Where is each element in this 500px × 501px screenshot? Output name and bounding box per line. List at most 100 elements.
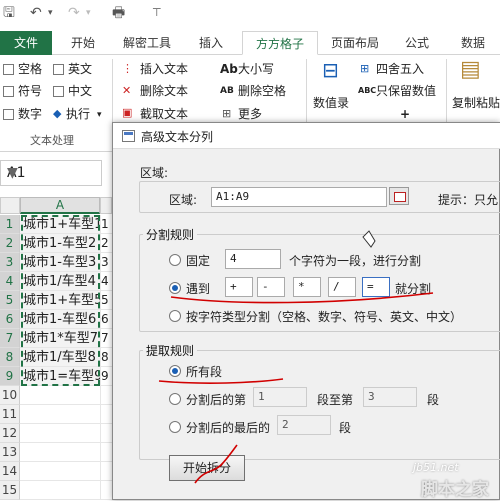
undo-dropdown-icon[interactable]: ▾ [48,3,53,23]
row-header[interactable]: 11 [0,405,20,424]
delimiter-input-5[interactable]: = [362,277,390,297]
region-input[interactable]: A1:A9 [211,187,387,207]
segment-from-input[interactable]: 1 [253,387,307,407]
row-header[interactable]: 6 [0,310,20,329]
last-count-input[interactable]: 2 [277,415,331,435]
customize-icon[interactable]: ⊤ [152,3,162,23]
row-header[interactable]: 3 [0,253,20,272]
keep-value-button[interactable]: 只保留数值 [376,83,436,99]
value-record-button[interactable]: 数值录 [313,95,349,111]
cell-b[interactable]: 4 [100,272,112,291]
cell-a[interactable]: 城市1/车型4 [20,272,100,291]
cell-b[interactable] [100,405,112,424]
checkbox-symbol[interactable] [3,86,14,97]
tab-decrypt-tools[interactable]: 解密工具 [112,31,182,55]
checkbox-space[interactable] [3,64,14,75]
tab-insert[interactable]: 插入 [188,31,234,55]
print-icon[interactable]: 🖶 [112,3,125,23]
column-header-b[interactable] [100,197,112,214]
row-header[interactable]: 5 [0,291,20,310]
undo-icon[interactable]: ↶ [30,3,42,23]
cell-a[interactable] [20,481,100,500]
cell-b[interactable]: 7 [100,329,112,348]
cell-b[interactable]: 2 [100,234,112,253]
select-all-corner[interactable] [0,197,20,214]
radio-fixed[interactable] [169,254,181,266]
round-button[interactable]: 四舍五入 [376,61,424,77]
cell-b[interactable]: 6 [100,310,112,329]
execute-button[interactable]: 执行 [66,106,90,122]
start-split-button[interactable]: 开始拆分 [169,455,245,481]
row-header[interactable]: 9 [0,367,20,386]
cell-b[interactable] [100,462,112,481]
cell-a[interactable] [20,462,100,481]
delimiter-input-3[interactable]: * [293,277,321,297]
cell-a[interactable] [20,386,100,405]
checkbox-chinese[interactable] [53,86,64,97]
tab-file[interactable]: 文件 [0,31,52,55]
radio-all-segments[interactable] [169,365,181,377]
cell-a[interactable]: 城市1-车型2 [20,234,100,253]
row-header[interactable]: 8 [0,348,20,367]
row-header[interactable]: 13 [0,443,20,462]
tab-page-layout[interactable]: 页面布局 [320,31,390,55]
tab-fangfang-grid[interactable]: 方方格子 [242,31,318,55]
radio-after-n[interactable] [169,393,181,405]
cell-a[interactable]: 城市1+车型5 [20,291,100,310]
more-button[interactable]: 更多 [238,106,262,122]
name-box[interactable]: A1 ▼ [0,160,102,186]
insert-text-button[interactable]: 插入文本 [140,61,188,77]
cell-b[interactable] [100,481,112,500]
checkbox-english[interactable] [53,64,64,75]
copy-paste-button[interactable]: 复制粘贴 [452,95,500,111]
execute-dropdown-icon[interactable]: ▾ [97,108,102,122]
redo-dropdown-icon[interactable]: ▾ [86,3,91,23]
cell-b[interactable] [100,386,112,405]
save-icon[interactable]: 🖫 [3,3,15,23]
plus-button[interactable]: + [400,106,410,122]
row-header[interactable]: 7 [0,329,20,348]
cell-a[interactable] [20,424,100,443]
case-button[interactable]: 大小写 [238,61,274,77]
cell-b[interactable]: 3 [100,253,112,272]
segment-to-input[interactable]: 3 [363,387,417,407]
cell-b[interactable]: 5 [100,291,112,310]
tab-home[interactable]: 开始 [60,31,106,55]
radio-last-n[interactable] [169,421,181,433]
cell-a[interactable] [20,405,100,424]
cell-a[interactable]: 城市1-车型3 [20,253,100,272]
cell-a[interactable]: 城市1-车型6 [20,310,100,329]
delimiter-input-4[interactable]: / [328,277,356,297]
tab-formulas[interactable]: 公式 [394,31,440,55]
checkbox-number[interactable] [3,109,14,120]
row-header[interactable]: 15 [0,481,20,500]
cell-a[interactable]: 城市1+车型1 [20,215,100,234]
dialog-titlebar[interactable]: 高级文本分列 [113,123,500,149]
column-header-a[interactable]: A [20,197,100,214]
delimiter-input-2[interactable]: - [257,277,285,297]
cell-b[interactable] [100,424,112,443]
radio-by-type[interactable] [169,310,181,322]
delete-text-button[interactable]: 删除文本 [140,83,188,99]
cell-b[interactable] [100,443,112,462]
radio-meet[interactable] [169,282,181,294]
worksheet[interactable]: A 1 城市1+车型1 1 2 城市1-车型2 2 3 城市1-车型3 3 4 城市1/车型4 4 5 城… [0,197,112,500]
extract-text-button[interactable]: 截取文本 [140,106,188,122]
cell-b[interactable]: 9 [100,367,112,386]
row-header[interactable]: 1 [0,215,20,234]
row-header[interactable]: 4 [0,272,20,291]
cell-a[interactable]: 城市1/车型8 [20,348,100,367]
fixed-count-input[interactable]: 4 [225,249,281,269]
delete-space-button[interactable]: 删除空格 [238,83,286,99]
chevron-down-icon[interactable]: ▼ [7,165,18,181]
row-header[interactable]: 10 [0,386,20,405]
row-header[interactable]: 12 [0,424,20,443]
range-picker-icon[interactable] [389,187,409,205]
cell-b[interactable]: 8 [100,348,112,367]
delimiter-input-1[interactable]: + [225,277,253,297]
cell-b[interactable]: 1 [100,215,112,234]
row-header[interactable]: 2 [0,234,20,253]
cell-a[interactable]: 城市1=车型9 [20,367,100,386]
tab-data[interactable]: 数据 [448,31,498,55]
redo-icon[interactable]: ↷ [68,3,80,23]
